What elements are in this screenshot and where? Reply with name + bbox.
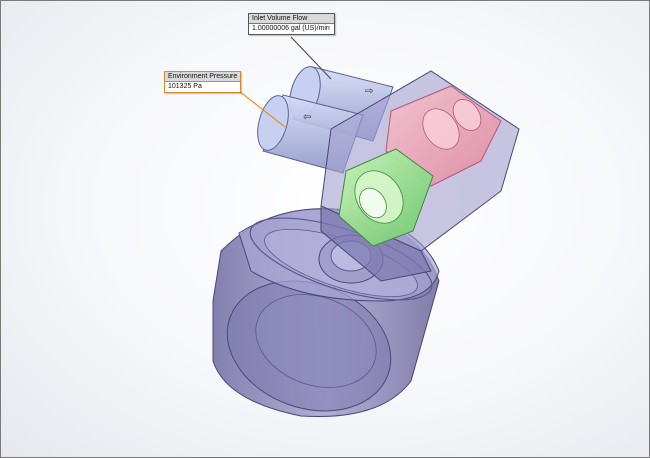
inlet-volume-flow-callout[interactable]: Inlet Volume Flow 1.00000006 gal (US)/mi… <box>248 13 335 35</box>
flow-arrow-icon: ⇨ <box>365 86 373 97</box>
callout-value: 1.00000006 gal (US)/min <box>252 25 330 32</box>
callout-title: Environment Pressure <box>165 72 240 82</box>
flow-arrow-icon: ⇦ <box>303 112 311 123</box>
3d-model-view[interactable]: ⇨ ⇦ <box>1 1 649 457</box>
callout-title: Inlet Volume Flow <box>249 14 334 24</box>
graphics-viewport[interactable]: ⇨ ⇦ Inlet Volume Flow 1.00000006 gal (US… <box>0 0 650 458</box>
environment-pressure-callout[interactable]: Environment Pressure 101325 Pa <box>164 71 241 93</box>
callout-value: 101325 Pa <box>168 83 202 90</box>
